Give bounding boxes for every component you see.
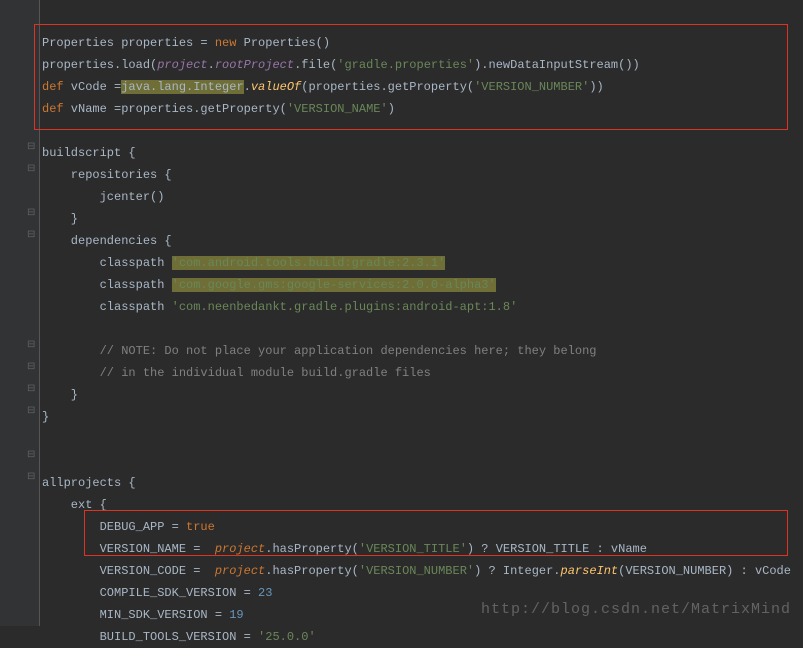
code-text: ) ? Integer. (474, 564, 560, 578)
code-text: ) (388, 102, 395, 116)
code-text: jcenter() (42, 190, 164, 204)
string: 'VERSION_NAME' (287, 102, 388, 116)
code-text: (properties.getProperty( (301, 80, 474, 94)
keyword: new (215, 36, 237, 50)
code-text: .file( (294, 58, 337, 72)
fold-icon[interactable]: ⊟ (27, 209, 37, 219)
code-text: classpath (42, 278, 172, 292)
code-text: classpath (42, 256, 172, 270)
code-text: .hasProperty( (265, 542, 359, 556)
highlighted: java.lang.Integer (121, 80, 243, 94)
code-text: buildscript { (42, 146, 136, 160)
code-text: DEBUG_APP = (42, 520, 186, 534)
code-text: properties.load( (42, 58, 157, 72)
comment: // NOTE: Do not place your application d… (42, 344, 597, 358)
string: 'VERSION_TITLE' (359, 542, 467, 556)
code-text: classpath (42, 300, 172, 314)
keyword: def (42, 102, 64, 116)
code-editor[interactable]: Properties properties = new Properties()… (42, 0, 791, 648)
fold-icon[interactable]: ⊟ (27, 385, 37, 395)
code-text: vCode = (64, 80, 122, 94)
gutter: ⊟ ⊟ ⊟ ⊟ ⊟ ⊟ ⊟ ⊟ ⊟ ⊟ (0, 0, 40, 626)
code-text: VERSION_CODE = (42, 564, 215, 578)
code-text: vName =properties.getProperty( (64, 102, 287, 116)
code-text: } (42, 212, 78, 226)
fold-icon[interactable]: ⊟ (27, 165, 37, 175)
string: 'com.neenbedankt.gradle.plugins:android-… (172, 300, 518, 314)
ident: project (215, 542, 265, 556)
code-text: . (208, 58, 215, 72)
string: 'VERSION_NUMBER' (359, 564, 474, 578)
number: 23 (258, 586, 272, 600)
code-text: allprojects { (42, 476, 136, 490)
code-text: VERSION_NAME = (42, 542, 215, 556)
code-text: MIN_SDK_VERSION = (42, 608, 229, 622)
method: valueOf (251, 80, 301, 94)
code-text: ) ? VERSION_TITLE : vName (467, 542, 647, 556)
ident: project (215, 564, 265, 578)
code-text: (VERSION_NUMBER) : vCode (618, 564, 791, 578)
code-text: Properties() (236, 36, 330, 50)
string-highlighted: 'com.android.tools.build:gradle:2.3.1' (172, 256, 446, 270)
fold-icon[interactable]: ⊟ (27, 473, 37, 483)
comment: // in the individual module build.gradle… (42, 366, 431, 380)
string-highlighted: 'com.google.gms:google-services:2.0.0-al… (172, 278, 496, 292)
code-text: } (42, 388, 78, 402)
ident: rootProject (215, 58, 294, 72)
code-text: .hasProperty( (265, 564, 359, 578)
code-text: . (244, 80, 251, 94)
fold-icon[interactable]: ⊟ (27, 143, 37, 153)
code-text: ).newDataInputStream()) (474, 58, 640, 72)
code-text: )) (589, 80, 603, 94)
code-text: Properties properties = (42, 36, 215, 50)
ident: project (157, 58, 207, 72)
method: parseInt (561, 564, 619, 578)
fold-icon[interactable]: ⊟ (27, 407, 37, 417)
code-text: repositories { (42, 168, 172, 182)
code-text: ext { (42, 498, 107, 512)
keyword: def (42, 80, 64, 94)
code-text: dependencies { (42, 234, 172, 248)
number: 19 (229, 608, 243, 622)
watermark: http://blog.csdn.net/MatrixMind (481, 601, 791, 618)
string: 'VERSION_NUMBER' (474, 80, 589, 94)
fold-icon[interactable]: ⊟ (27, 231, 37, 241)
string: '25.0.0' (258, 630, 316, 644)
fold-icon[interactable]: ⊟ (27, 363, 37, 373)
fold-icon[interactable]: ⊟ (27, 451, 37, 461)
code-text: } (42, 410, 49, 424)
code-text: COMPILE_SDK_VERSION = (42, 586, 258, 600)
keyword: true (186, 520, 215, 534)
fold-icon[interactable]: ⊟ (27, 341, 37, 351)
code-text: BUILD_TOOLS_VERSION = (42, 630, 258, 644)
string: 'gradle.properties' (337, 58, 474, 72)
